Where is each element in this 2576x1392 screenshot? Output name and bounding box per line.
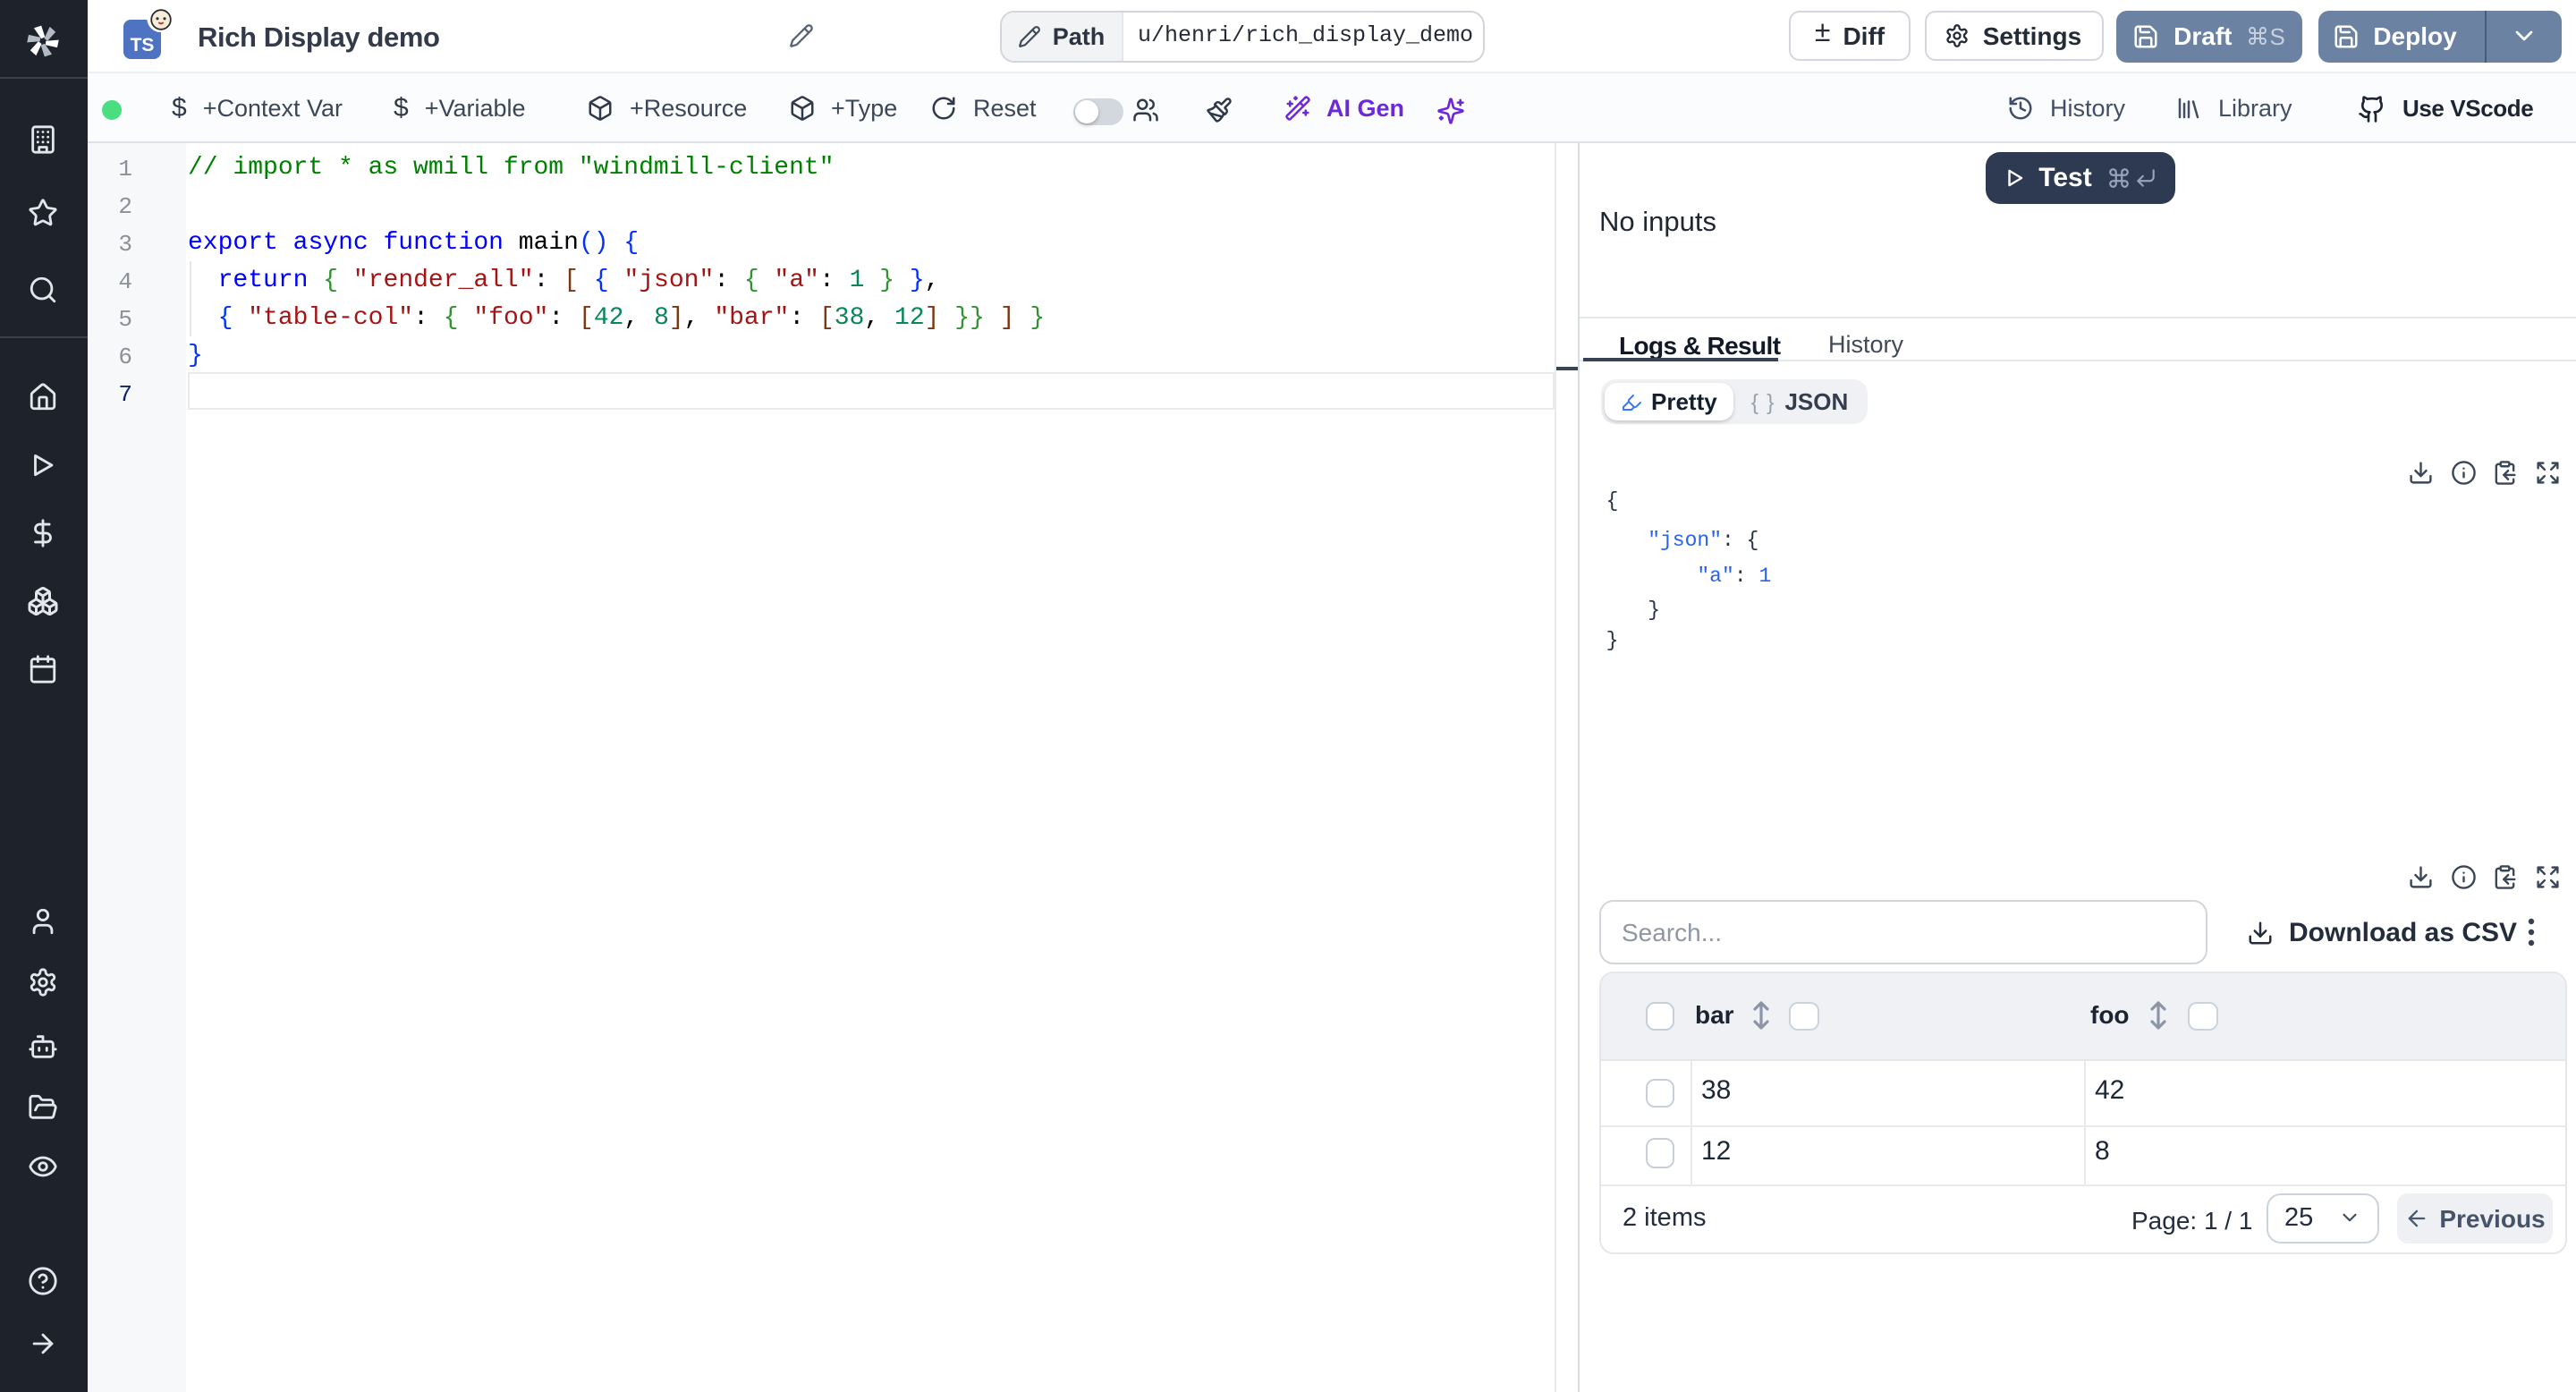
svg-text:TS: TS	[130, 35, 154, 55]
